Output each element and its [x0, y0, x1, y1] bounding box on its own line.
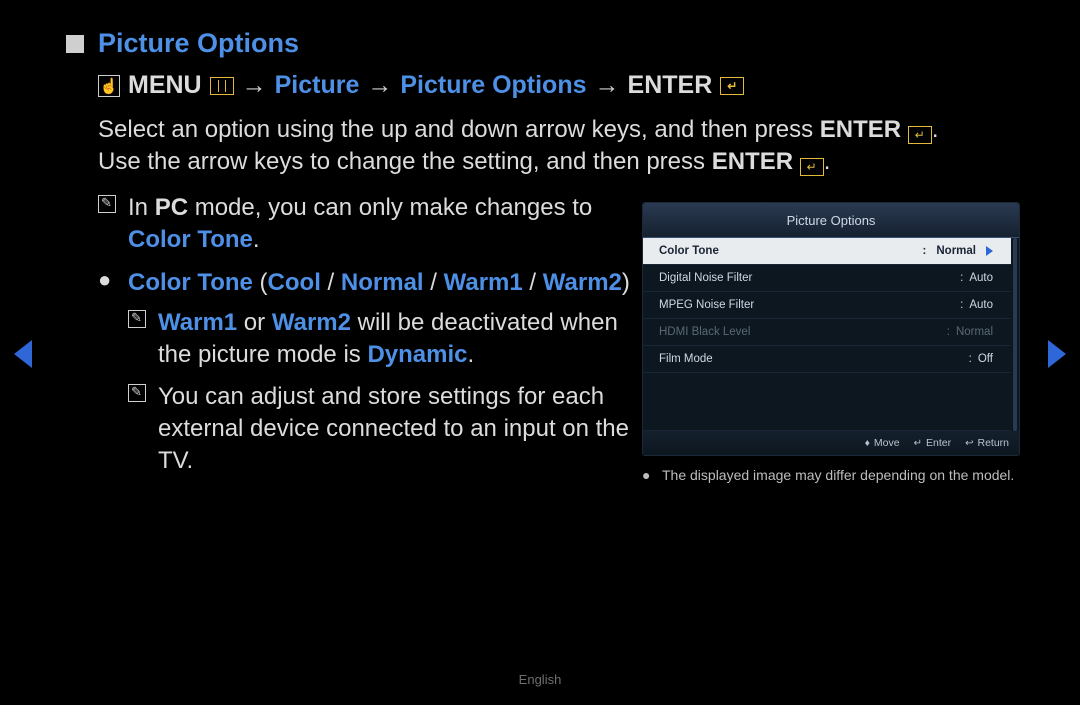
note-warm-deactivated: Warm1 or Warm2 will be deactivated when … [128, 307, 630, 371]
osd-hint-label: Enter [926, 437, 951, 449]
option-sep: / [321, 269, 341, 296]
enter-label: ENTER [628, 71, 713, 100]
osd-row-label: Color Tone [659, 245, 719, 257]
note-text: or [237, 309, 272, 336]
bullet-icon: ● [642, 466, 654, 485]
intro-text-part: Use the arrow keys to change the setting… [98, 148, 712, 175]
arrow-icon: → [242, 71, 267, 100]
note-text: . [253, 226, 260, 253]
note-text-blue: Warm1 [158, 309, 237, 336]
note-icon [128, 307, 158, 371]
osd-content: Color Tone : Normal Digital Noise Filter… [643, 238, 1019, 431]
menu-path: ☝ MENU → Picture → Picture Options → ENT… [98, 71, 1020, 100]
option-sep: / [424, 269, 444, 296]
option-sep: / [523, 269, 543, 296]
note-text-bold: PC [155, 194, 188, 221]
note-icon [98, 192, 128, 256]
note-text: In [128, 194, 155, 221]
note-store-settings: You can adjust and store settings for ea… [128, 381, 630, 477]
osd-row-label: Film Mode [659, 353, 713, 365]
osd-row-label: MPEG Noise Filter [659, 299, 754, 311]
osd-hint-move: ♦ Move [865, 437, 900, 449]
osd-row-hdmi-black: HDMI Black Level : Normal [643, 319, 1011, 346]
note-text: . [467, 341, 474, 368]
osd-row-value: Off [978, 353, 993, 365]
option-name: Color Tone [128, 269, 253, 296]
note-text-blue: Dynamic [367, 341, 467, 368]
osd-row-value: Auto [969, 272, 993, 284]
option-value-warm1: Warm1 [444, 269, 523, 296]
return-icon: ↩ [965, 438, 973, 449]
osd-hint-return: ↩ Return [965, 437, 1009, 449]
section-bullet-icon [66, 35, 84, 53]
intro-text: Select an option using the up and down a… [98, 114, 1020, 178]
osd-row-value: Normal [936, 245, 976, 257]
left-column: In PC mode, you can only make changes to… [60, 192, 642, 487]
hand-icon: ☝ [98, 75, 120, 97]
right-column: Picture Options Color Tone : Normal Digi… [642, 202, 1020, 487]
osd-hint-enter: ↵ Enter [914, 437, 952, 449]
prev-page-button[interactable] [14, 340, 32, 368]
footer-language: English [0, 672, 1080, 687]
note-text-blue: Warm2 [272, 309, 351, 336]
enter-icon: ↵ [908, 126, 932, 144]
option-color-tone: ● Color Tone (Cool / Normal / Warm1 / Wa… [98, 267, 630, 299]
menu-label: MENU [128, 71, 202, 100]
chevron-right-icon [986, 246, 993, 256]
note-text: You can adjust and store settings for ea… [158, 381, 630, 477]
path-seg-picture-options: Picture Options [400, 71, 586, 100]
option-value-cool: Cool [268, 269, 321, 296]
osd-row-film-mode[interactable]: Film Mode : Off [643, 346, 1011, 373]
option-paren: ( [253, 269, 268, 296]
section-title-row: Picture Options [66, 28, 1020, 59]
option-value-normal: Normal [341, 269, 424, 296]
path-seg-picture: Picture [275, 71, 360, 100]
note-link-color-tone: Color Tone [128, 226, 253, 253]
menu-icon [210, 77, 234, 95]
enter-icon: ↵ [800, 158, 824, 176]
osd-row-mpeg-noise[interactable]: MPEG Noise Filter : Auto [643, 292, 1011, 319]
bullet-icon: ● [98, 267, 128, 299]
intro-text-part: . [932, 116, 939, 143]
osd-panel: Picture Options Color Tone : Normal Digi… [642, 202, 1020, 456]
osd-row-color-tone[interactable]: Color Tone : Normal [643, 238, 1011, 265]
arrow-icon: → [595, 71, 620, 100]
osd-row-digital-noise[interactable]: Digital Noise Filter : Auto [643, 265, 1011, 292]
arrow-icon: → [367, 71, 392, 100]
intro-enter: ENTER [820, 116, 901, 143]
enter-mini-icon: ↵ [914, 438, 922, 449]
intro-text-part: Select an option using the up and down a… [98, 116, 820, 143]
next-page-button[interactable] [1048, 340, 1066, 368]
osd-title: Picture Options [643, 203, 1019, 238]
osd-row-label: HDMI Black Level [659, 326, 750, 338]
note-text: mode, you can only make changes to [188, 194, 592, 221]
option-paren: ) [622, 269, 630, 296]
enter-icon: ↵ [720, 77, 744, 95]
section-title: Picture Options [98, 28, 299, 59]
osd-caption: ● The displayed image may differ dependi… [642, 466, 1020, 485]
osd-footer: ♦ Move ↵ Enter ↩ Return [643, 431, 1019, 455]
osd-caption-text: The displayed image may differ depending… [662, 466, 1014, 485]
osd-hint-label: Move [874, 437, 900, 449]
osd-hint-label: Return [977, 437, 1009, 449]
osd-row-value: Auto [969, 299, 993, 311]
osd-row-value: Normal [956, 326, 993, 338]
note-icon [128, 381, 158, 477]
note-pc-mode: In PC mode, you can only make changes to… [98, 192, 630, 256]
intro-enter: ENTER [712, 148, 793, 175]
updown-icon: ♦ [865, 438, 870, 449]
osd-row-label: Digital Noise Filter [659, 272, 752, 284]
option-value-warm2: Warm2 [543, 269, 622, 296]
intro-text-part: . [824, 148, 831, 175]
osd-empty-space [643, 373, 1011, 431]
